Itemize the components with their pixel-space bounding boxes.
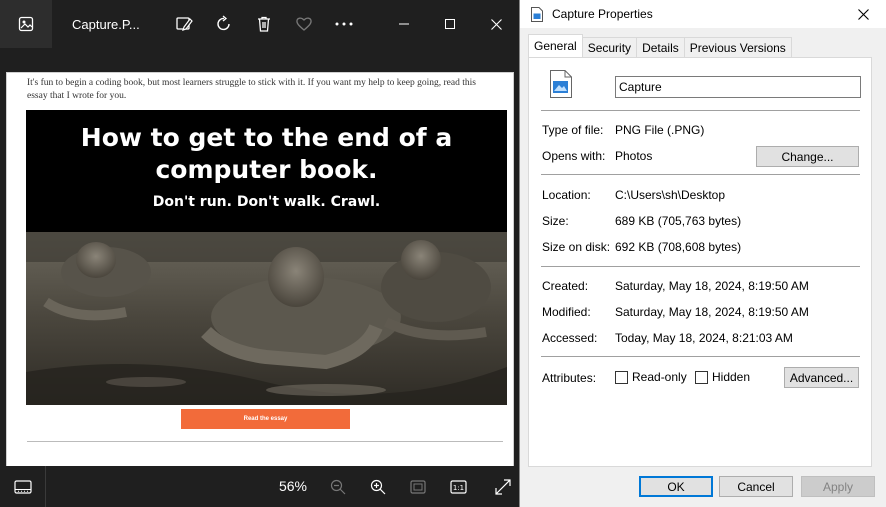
close-icon[interactable] (473, 0, 519, 48)
apply-button[interactable]: Apply (801, 476, 875, 497)
trash-icon[interactable] (244, 0, 284, 48)
cancel-button[interactable]: Cancel (719, 476, 793, 497)
checkbox-box[interactable] (615, 370, 628, 384)
banner-subline: Don't run. Don't walk. Crawl. (152, 194, 381, 210)
viewer-title: Capture.P... (72, 16, 140, 32)
modified-label: Modified: (542, 305, 591, 319)
location-label: Location: (542, 188, 591, 202)
accessed-value: Today, May 18, 2024, 8:21:03 AM (615, 331, 793, 345)
viewer-titlebar: Capture.P... (0, 0, 519, 48)
heart-icon[interactable] (284, 0, 324, 48)
read-only-checkbox[interactable]: Read-only (615, 370, 687, 384)
png-file-icon (550, 70, 572, 98)
opens-with-value: Photos (615, 149, 653, 163)
size-value: 689 KB (705,763 bytes) (615, 214, 742, 228)
accessed-label: Accessed: (542, 331, 598, 345)
advanced-button[interactable]: Advanced... (784, 367, 859, 388)
zoom-in-icon[interactable] (364, 473, 392, 501)
size-on-disk-value: 692 KB (708,608 bytes) (615, 240, 742, 254)
image-canvas[interactable]: It's fun to begin a coding book, but mos… (0, 48, 519, 490)
read-essay-button[interactable]: Read the essay (181, 409, 350, 429)
edit-image-icon[interactable] (164, 0, 204, 48)
mud-crawl-photo (26, 232, 507, 405)
modified-value: Saturday, May 18, 2024, 8:19:50 AM (615, 305, 809, 319)
photos-viewer-window: Capture.P... It's fun to begin a coding … (0, 0, 519, 507)
properties-tabs: General Security Details Previous Versio… (528, 34, 792, 57)
hidden-checkbox[interactable]: Hidden (695, 370, 750, 384)
ok-button[interactable]: OK (639, 476, 713, 497)
location-value: C:\Users\sh\Desktop (615, 188, 726, 202)
created-label: Created: (542, 279, 589, 293)
banner-image: How to get to the end of a computer book… (26, 110, 507, 405)
file-name-input[interactable] (615, 76, 861, 98)
divider (541, 356, 860, 357)
type-label: Type of file: (542, 123, 604, 137)
more-icon[interactable] (324, 0, 364, 48)
zoom-level: 56% (278, 478, 308, 494)
banner-headline: How to get to the end of a computer book… (80, 123, 453, 184)
read-only-label: Read-only (632, 370, 687, 384)
viewer-bottombar: 56% 1:1 (0, 466, 519, 507)
divider (541, 110, 860, 111)
image-page: It's fun to begin a coding book, but mos… (6, 72, 514, 490)
zoom-out-icon[interactable] (324, 473, 352, 501)
opens-with-label: Opens with: (542, 149, 606, 163)
divider (541, 266, 860, 267)
page-intro-text: It's fun to begin a coding book, but mos… (27, 78, 476, 101)
attributes-label: Attributes: (542, 371, 597, 385)
divider (541, 174, 860, 175)
file-icon (529, 6, 545, 22)
size-on-disk-label: Size on disk: (542, 240, 611, 254)
close-icon[interactable] (840, 0, 886, 28)
photos-app-icon[interactable] (0, 0, 52, 48)
created-value: Saturday, May 18, 2024, 8:19:50 AM (615, 279, 809, 293)
tab-general[interactable]: General (528, 34, 583, 57)
hidden-label: Hidden (712, 370, 751, 384)
properties-titlebar: Capture Properties (520, 0, 886, 28)
page-divider (27, 441, 503, 442)
filmstrip-icon[interactable] (0, 466, 46, 507)
tab-details[interactable]: Details (636, 37, 685, 57)
minimize-icon[interactable] (381, 0, 427, 48)
svg-text:1:1: 1:1 (452, 484, 463, 492)
tab-previous-versions[interactable]: Previous Versions (683, 37, 792, 57)
properties-dialog: Capture Properties General Security Deta… (519, 0, 886, 507)
general-panel: Type of file: PNG File (.PNG) Opens with… (528, 57, 872, 467)
rotate-icon[interactable] (204, 0, 244, 48)
maximize-icon[interactable] (427, 0, 473, 48)
type-value: PNG File (.PNG) (615, 123, 705, 137)
tab-security[interactable]: Security (581, 37, 638, 57)
size-label: Size: (542, 214, 569, 228)
actual-size-icon[interactable]: 1:1 (444, 473, 472, 501)
checkbox-box[interactable] (695, 370, 708, 384)
full-screen-icon[interactable] (489, 473, 517, 501)
properties-title: Capture Properties (552, 7, 653, 21)
fit-to-window-icon[interactable] (404, 473, 432, 501)
change-button[interactable]: Change... (756, 146, 859, 167)
